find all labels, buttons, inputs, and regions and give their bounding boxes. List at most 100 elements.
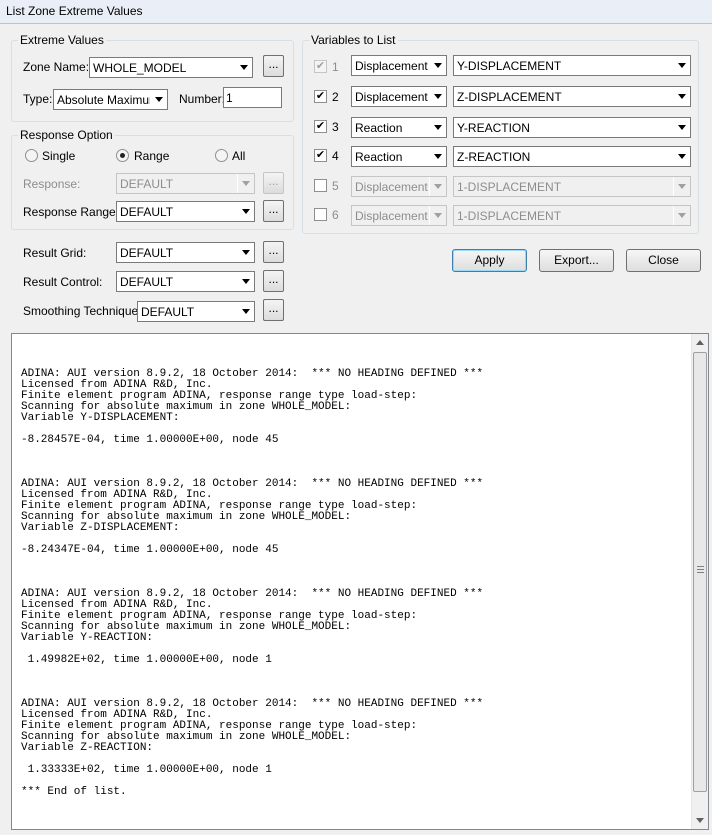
response-range-label: Response Range:: [23, 205, 120, 219]
extreme-values-legend: Extreme Values: [18, 33, 106, 47]
chevron-down-icon[interactable]: [429, 206, 446, 225]
chevron-down-icon[interactable]: [237, 302, 254, 321]
zone-name-select[interactable]: WHOLE_MODEL: [89, 57, 253, 78]
scroll-up-arrow-icon[interactable]: [692, 334, 708, 351]
output-text-area[interactable]: ADINA: AUI version 8.9.2, 18 October 201…: [11, 333, 709, 830]
variable-5-name: 1-DISPLACEMENT: [457, 180, 562, 194]
variable-1-checkbox[interactable]: ✔: [314, 60, 327, 73]
result-grid-select[interactable]: DEFAULT: [116, 242, 255, 263]
variable-4-category: Reaction: [355, 150, 403, 164]
response-range-select[interactable]: DEFAULT: [116, 201, 255, 222]
chevron-down-icon[interactable]: [429, 56, 446, 75]
variable-3-name: Y-REACTION: [457, 121, 530, 135]
variable-4-name: Z-REACTION: [457, 150, 531, 164]
chevron-down-icon[interactable]: [429, 87, 446, 106]
number-input[interactable]: 1: [223, 87, 282, 108]
variable-1-name-select[interactable]: Y-DISPLACEMENT: [453, 55, 691, 76]
type-label: Type:: [23, 92, 53, 106]
chevron-down-icon[interactable]: [673, 87, 690, 106]
chevron-down-icon[interactable]: [429, 118, 446, 137]
variable-4-category-select[interactable]: Reaction: [351, 146, 447, 167]
radio-all-label[interactable]: All: [232, 149, 245, 163]
variable-2-index: 2: [332, 90, 339, 104]
variable-3-name-select[interactable]: Y-REACTION: [453, 117, 691, 138]
variable-5-category-select[interactable]: Displacement: [351, 176, 447, 197]
type-value: Absolute Maximum: [57, 93, 160, 107]
variable-1-name: Y-DISPLACEMENT: [457, 59, 562, 73]
response-browse-button[interactable]: ...: [263, 172, 284, 194]
chevron-down-icon[interactable]: [235, 58, 252, 77]
close-button[interactable]: Close: [626, 249, 701, 272]
type-select[interactable]: Absolute Maximum: [53, 89, 168, 110]
variable-2-name-select[interactable]: Z-DISPLACEMENT: [453, 86, 691, 107]
result-control-browse-button[interactable]: ...: [263, 270, 284, 292]
radio-all[interactable]: [215, 149, 228, 162]
result-control-select[interactable]: DEFAULT: [116, 271, 255, 292]
variable-6-checkbox[interactable]: [314, 208, 327, 221]
variable-5-name-select[interactable]: 1-DISPLACEMENT: [453, 176, 691, 197]
vertical-scrollbar[interactable]: [691, 334, 708, 829]
result-grid-browse-button[interactable]: ...: [263, 241, 284, 263]
chevron-down-icon[interactable]: [237, 202, 254, 221]
radio-range-label[interactable]: Range: [134, 149, 169, 163]
chevron-down-icon[interactable]: [673, 118, 690, 137]
chevron-down-icon[interactable]: [150, 90, 167, 109]
response-option-legend: Response Option: [18, 128, 115, 142]
response-select[interactable]: DEFAULT: [116, 173, 255, 194]
variable-3-checkbox[interactable]: ✔: [314, 120, 327, 133]
result-control-label: Result Control:: [23, 275, 103, 289]
scroll-down-arrow-icon[interactable]: [692, 812, 708, 829]
chevron-down-icon[interactable]: [429, 177, 446, 196]
response-range-value: DEFAULT: [120, 205, 174, 219]
chevron-down-icon[interactable]: [673, 56, 690, 75]
response-range-browse-button[interactable]: ...: [263, 200, 284, 222]
grip-icon: [697, 566, 704, 573]
smoothing-browse-button[interactable]: ...: [263, 299, 284, 321]
window-title: List Zone Extreme Values: [6, 4, 143, 18]
variable-3-index: 3: [332, 120, 339, 134]
variable-2-category-select[interactable]: Displacement: [351, 86, 447, 107]
result-grid-label: Result Grid:: [23, 246, 87, 260]
chevron-down-icon[interactable]: [237, 174, 254, 193]
variable-3-category: Reaction: [355, 121, 403, 135]
title-bar: List Zone Extreme Values: [0, 0, 712, 24]
scrollbar-thumb[interactable]: [693, 352, 707, 792]
variable-1-category-select[interactable]: Displacement: [351, 55, 447, 76]
zone-name-browse-button[interactable]: ...: [263, 55, 284, 77]
radio-single[interactable]: [25, 149, 38, 162]
response-label: Response:: [23, 177, 81, 191]
chevron-down-icon[interactable]: [673, 206, 690, 225]
radio-range[interactable]: [116, 149, 129, 162]
radio-single-label[interactable]: Single: [42, 149, 75, 163]
response-value: DEFAULT: [120, 177, 174, 191]
variable-6-category-select[interactable]: Displacement: [351, 205, 447, 226]
chevron-down-icon[interactable]: [429, 147, 446, 166]
variable-2-category: Displacement: [355, 90, 428, 104]
variable-2-checkbox[interactable]: ✔: [314, 90, 327, 103]
number-value: 1: [226, 91, 233, 105]
variable-1-index: 1: [332, 60, 339, 74]
smoothing-select[interactable]: DEFAULT: [137, 301, 255, 322]
variable-2-name: Z-DISPLACEMENT: [457, 90, 562, 104]
output-text: ADINA: AUI version 8.9.2, 18 October 201…: [21, 368, 484, 798]
zone-name-label: Zone Name:: [23, 60, 90, 74]
variables-legend: Variables to List: [309, 33, 398, 47]
chevron-down-icon[interactable]: [237, 272, 254, 291]
variable-4-name-select[interactable]: Z-REACTION: [453, 146, 691, 167]
smoothing-value: DEFAULT: [141, 305, 195, 319]
chevron-down-icon[interactable]: [673, 147, 690, 166]
variable-6-category: Displacement: [355, 209, 428, 223]
variable-6-name-select[interactable]: 1-DISPLACEMENT: [453, 205, 691, 226]
variable-6-name: 1-DISPLACEMENT: [457, 209, 562, 223]
apply-button[interactable]: Apply: [452, 249, 527, 272]
result-control-value: DEFAULT: [120, 275, 174, 289]
variable-6-index: 6: [332, 208, 339, 222]
variable-4-checkbox[interactable]: ✔: [314, 149, 327, 162]
variable-5-checkbox[interactable]: [314, 179, 327, 192]
chevron-down-icon[interactable]: [673, 177, 690, 196]
chevron-down-icon[interactable]: [237, 243, 254, 262]
variable-3-category-select[interactable]: Reaction: [351, 117, 447, 138]
export-button[interactable]: Export...: [539, 249, 614, 272]
zone-name-value: WHOLE_MODEL: [93, 61, 187, 75]
number-label: Number:: [179, 92, 226, 106]
